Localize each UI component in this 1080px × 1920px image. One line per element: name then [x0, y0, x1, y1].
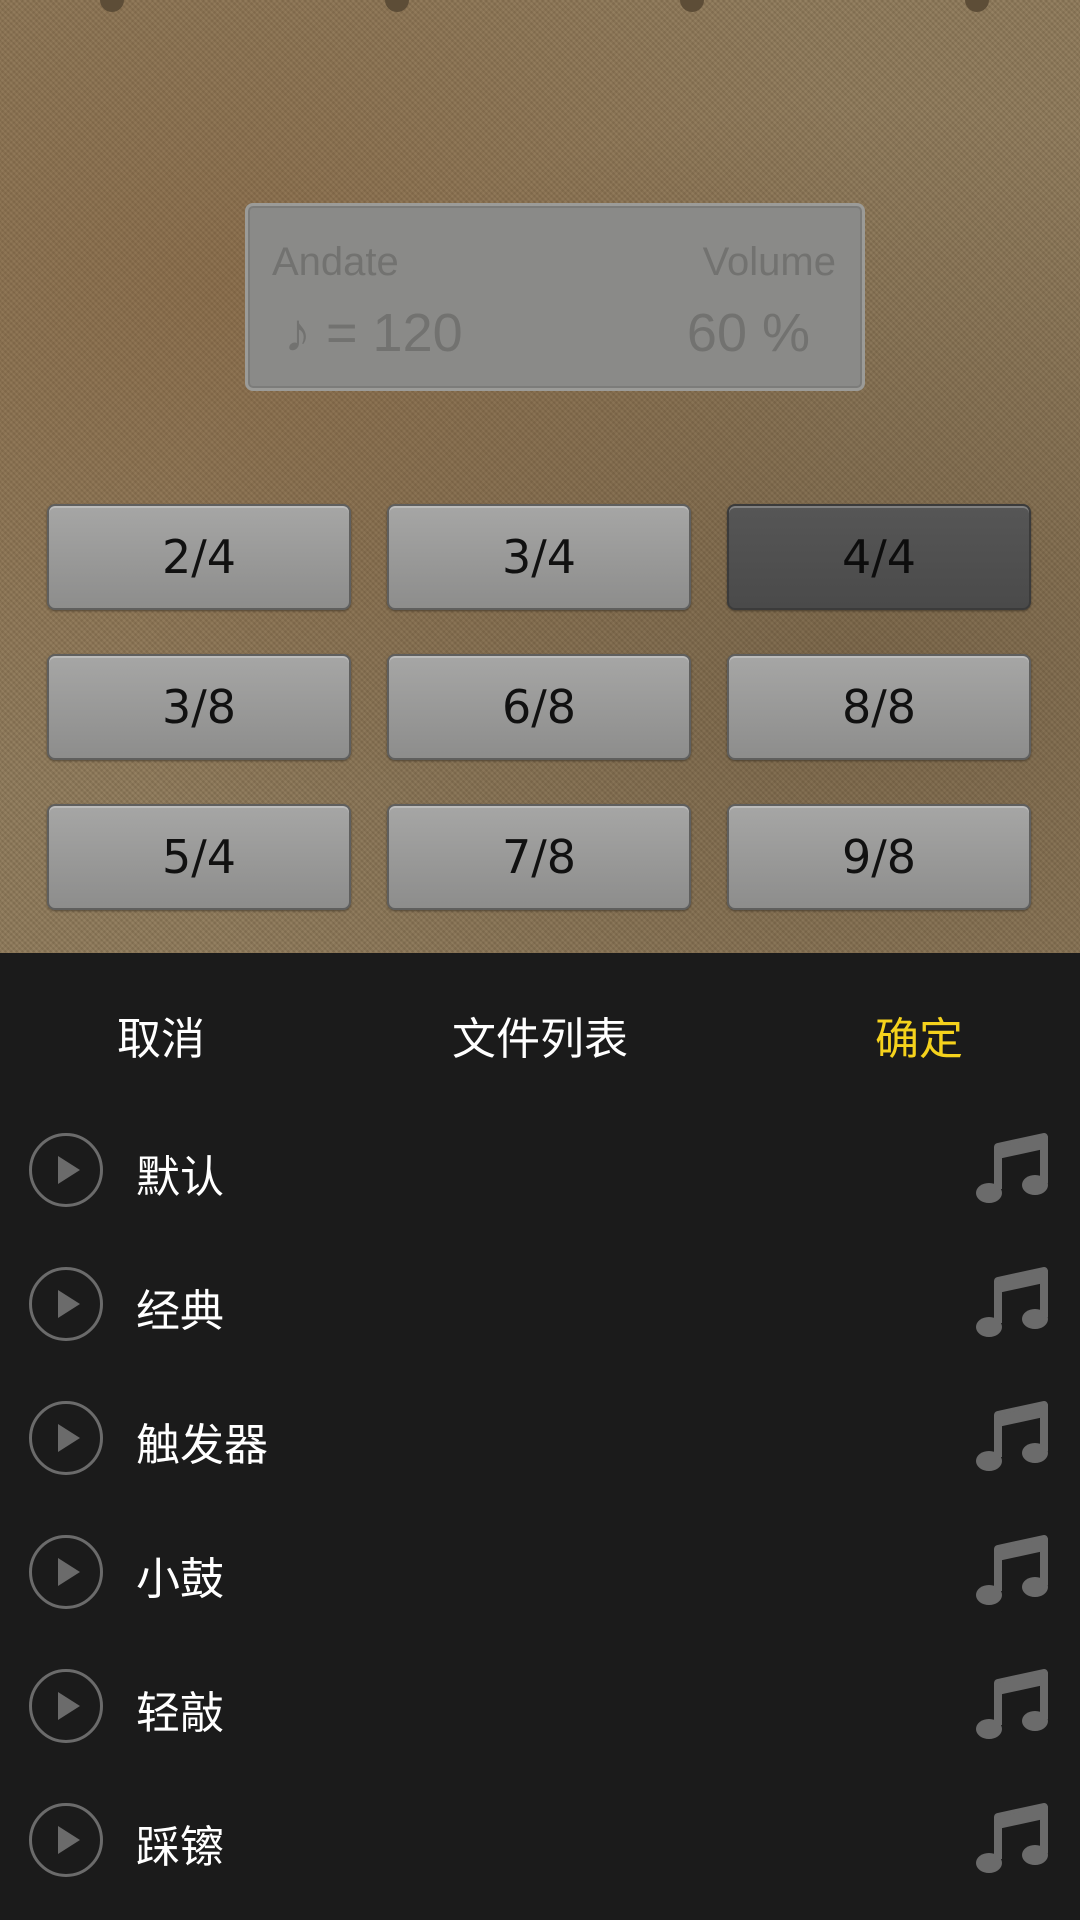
- confirm-button[interactable]: 确定: [875, 1003, 963, 1067]
- list-item[interactable]: 默认: [0, 1103, 1080, 1237]
- list-item[interactable]: 触发器: [0, 1371, 1080, 1505]
- metronome-area: Andate ♪ = 120 Volume 60 % 2/4 3/4 4/4 3…: [0, 0, 1080, 953]
- play-icon[interactable]: [29, 1401, 103, 1475]
- list-item-label: 默认: [136, 1152, 224, 1203]
- signature-button-6-8[interactable]: 6/8: [387, 654, 691, 760]
- tempo-name: Andate: [272, 240, 399, 284]
- signature-button-5-4[interactable]: 5/4: [47, 804, 351, 910]
- play-icon[interactable]: [29, 1133, 103, 1207]
- file-list-sheet: 文件列表 取消 确定 默认 经典 触发器 小鼓 轻敲 踩镲: [0, 953, 1080, 1920]
- signature-button-9-8[interactable]: 9/8: [727, 804, 1031, 910]
- signature-button-2-4[interactable]: 2/4: [47, 504, 351, 610]
- music-note-icon: [976, 1133, 1048, 1203]
- list-item-label: 踩镲: [136, 1822, 224, 1873]
- volume-label: Volume: [702, 240, 836, 284]
- signature-button-3-8[interactable]: 3/8: [47, 654, 351, 760]
- music-note-icon: [976, 1267, 1048, 1337]
- play-icon[interactable]: [29, 1267, 103, 1341]
- list-item[interactable]: 小鼓: [0, 1505, 1080, 1639]
- music-note-icon: [976, 1669, 1048, 1739]
- list-item[interactable]: 轻敲: [0, 1639, 1080, 1773]
- list-item-label: 小鼓: [136, 1554, 224, 1605]
- list-item-label: 触发器: [136, 1420, 268, 1471]
- play-icon[interactable]: [29, 1535, 103, 1609]
- sheet-header: 文件列表 取消 确定: [0, 953, 1080, 1103]
- list-item[interactable]: 经典: [0, 1237, 1080, 1371]
- cancel-button[interactable]: 取消: [117, 1003, 205, 1067]
- play-icon[interactable]: [29, 1803, 103, 1877]
- list-item-label: 轻敲: [136, 1688, 224, 1739]
- tempo-value: ♪ = 120: [284, 303, 463, 363]
- play-icon[interactable]: [29, 1669, 103, 1743]
- signature-button-3-4[interactable]: 3/4: [387, 504, 691, 610]
- signature-button-8-8[interactable]: 8/8: [727, 654, 1031, 760]
- signature-button-4-4[interactable]: 4/4: [727, 504, 1031, 610]
- music-note-icon: [976, 1803, 1048, 1873]
- volume-value: 60 %: [686, 303, 810, 363]
- music-note-icon: [976, 1401, 1048, 1471]
- music-note-icon: [976, 1535, 1048, 1605]
- list-item-label: 经典: [136, 1286, 224, 1337]
- list-item[interactable]: 踩镲: [0, 1773, 1080, 1907]
- tempo-volume-display: Andate ♪ = 120 Volume 60 %: [245, 203, 865, 391]
- signature-button-7-8[interactable]: 7/8: [387, 804, 691, 910]
